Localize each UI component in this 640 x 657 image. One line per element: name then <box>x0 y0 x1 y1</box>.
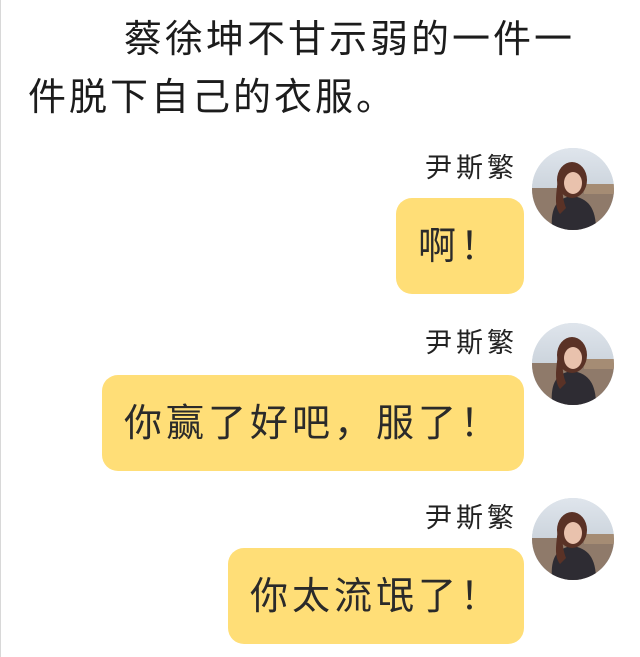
sender-name: 尹斯繁 <box>425 153 518 184</box>
girl-portrait-icon <box>532 498 614 580</box>
message-bubble[interactable]: 啊！ <box>395 198 524 294</box>
girl-portrait-icon <box>532 148 614 230</box>
avatar[interactable] <box>532 498 614 580</box>
message-bubble[interactable]: 你赢了好吧，服了！ <box>101 375 524 471</box>
avatar[interactable] <box>532 148 614 230</box>
narration-text: 蔡徐坤不甘示弱的一件一件脱下自己的衣服。 <box>28 17 576 119</box>
message-bubble[interactable]: 你太流氓了！ <box>227 548 524 644</box>
sender-name: 尹斯繁 <box>425 328 518 359</box>
girl-portrait-icon <box>532 323 614 405</box>
page-edge-line <box>0 0 1 657</box>
avatar[interactable] <box>532 323 614 405</box>
sender-name: 尹斯繁 <box>425 503 518 534</box>
